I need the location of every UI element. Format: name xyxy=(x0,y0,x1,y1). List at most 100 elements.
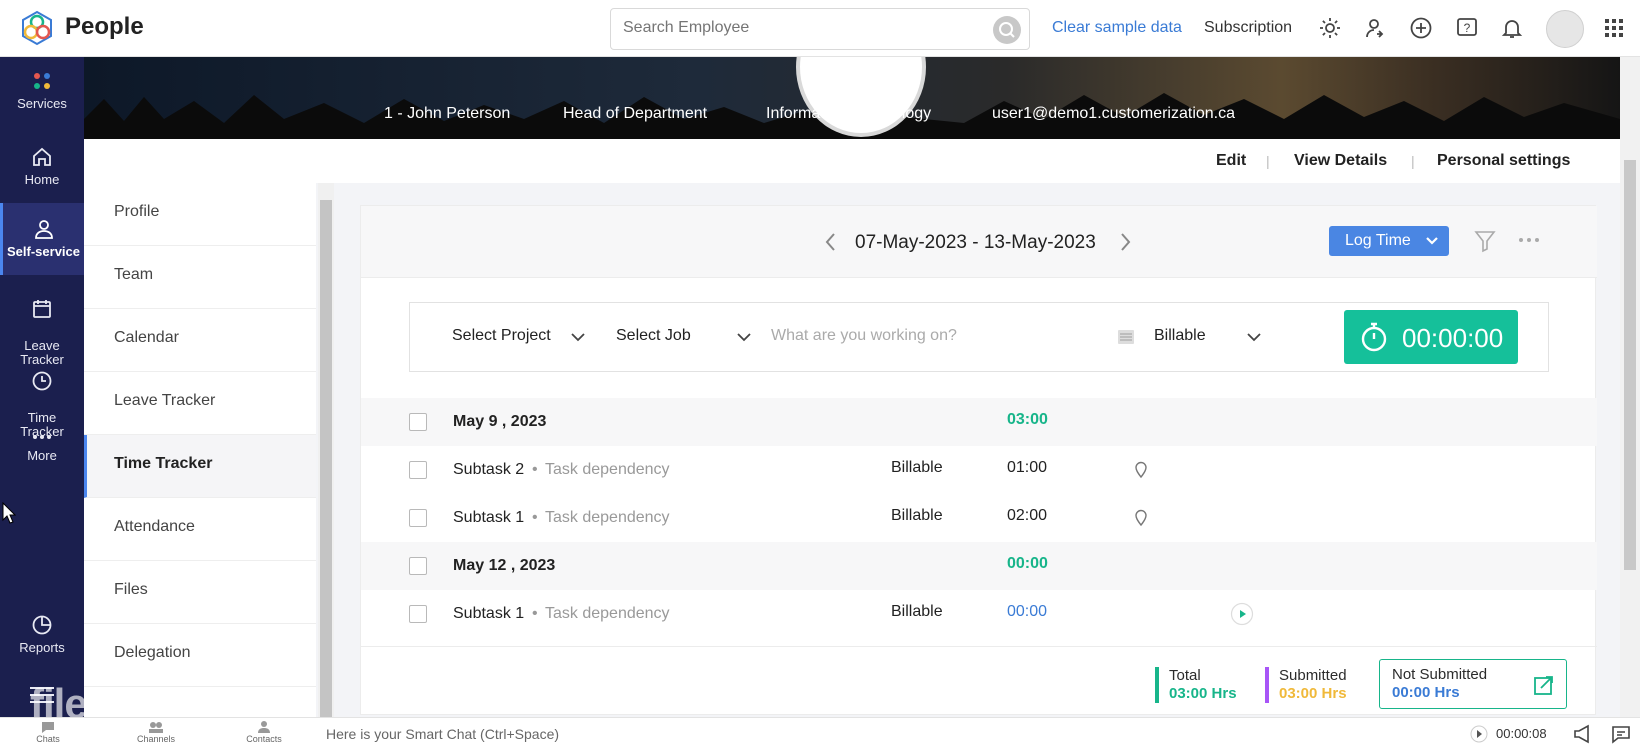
timesheet-header: 07-May-2023 - 13-May-2023 Log Time xyxy=(361,206,1597,278)
chat-window-icon[interactable] xyxy=(1610,724,1632,744)
submenu-item-team[interactable]: Team xyxy=(84,246,316,309)
user-avatar[interactable] xyxy=(1546,10,1584,48)
project-name: Task dependency xyxy=(545,461,670,478)
page-scrollbar-thumb[interactable] xyxy=(1624,160,1636,570)
rail-item-time-tracker[interactable]: Time Tracker xyxy=(0,355,84,439)
subscription-link[interactable]: Subscription xyxy=(1204,19,1292,37)
log-time-button[interactable]: Log Time xyxy=(1329,226,1449,256)
chevron-left-icon[interactable] xyxy=(823,230,839,254)
employee-id-name: 1 - John Peterson xyxy=(384,105,511,122)
bell-icon[interactable] xyxy=(1500,16,1524,40)
calendar-icon xyxy=(33,300,51,318)
billable-dropdown[interactable]: Billable xyxy=(1154,327,1206,345)
work-description-input[interactable]: What are you working on? xyxy=(771,327,957,345)
person-icon xyxy=(34,220,53,239)
chevron-down-icon[interactable] xyxy=(1246,331,1262,343)
home-icon xyxy=(33,147,51,166)
chats-button[interactable]: Chats xyxy=(18,720,78,744)
table-row[interactable]: Subtask 2 • Task dependency Billable 01:… xyxy=(361,446,1597,494)
contacts-button[interactable]: Contacts xyxy=(234,720,294,744)
submit-external-icon[interactable] xyxy=(1532,673,1556,697)
timesheet-card: 07-May-2023 - 13-May-2023 Log Time Selec… xyxy=(360,205,1597,716)
contact-icon xyxy=(258,721,270,733)
channels-label: Channels xyxy=(136,734,176,744)
select-checkbox[interactable] xyxy=(409,605,427,623)
table-row[interactable]: Subtask 1 • Task dependency Billable 02:… xyxy=(361,494,1597,542)
chevron-down-icon xyxy=(1426,237,1438,245)
rail-item-reports[interactable]: Reports xyxy=(0,613,84,673)
people-logo-icon[interactable] xyxy=(18,10,56,46)
select-checkbox[interactable] xyxy=(409,557,427,575)
mouse-cursor-icon xyxy=(2,502,16,524)
rail-label-self-service: Self-service xyxy=(7,244,80,259)
bullet: • xyxy=(532,509,538,526)
stopwatch-icon xyxy=(1361,322,1387,352)
submenu-item-files[interactable]: Files xyxy=(84,561,316,624)
start-timer-button[interactable]: 00:00:00 xyxy=(1344,310,1518,364)
select-checkbox[interactable] xyxy=(409,509,427,527)
rail-label-home: Home xyxy=(24,172,60,187)
task-name: Subtask 1 xyxy=(453,605,525,622)
clear-sample-data-link[interactable]: Clear sample data xyxy=(1052,19,1182,37)
table-row[interactable]: Subtask 1 • Task dependency Billable 00:… xyxy=(361,590,1597,638)
filter-icon[interactable] xyxy=(1473,228,1497,254)
submenu-item-calendar[interactable]: Calendar xyxy=(84,309,316,372)
submenu-item-time-tracker[interactable]: Time Tracker xyxy=(84,435,316,498)
smart-chat-input[interactable]: Here is your Smart Chat (Ctrl+Space) xyxy=(326,726,559,742)
select-project-dropdown[interactable]: Select Project xyxy=(452,327,551,345)
date-range-label: 07-May-2023 - 13-May-2023 xyxy=(855,232,1096,253)
search-box[interactable] xyxy=(610,8,1030,50)
group-date: May 9 , 2023 xyxy=(453,413,547,430)
chevron-right-icon[interactable] xyxy=(1117,230,1133,254)
select-checkbox[interactable] xyxy=(409,461,427,479)
separator: | xyxy=(1266,153,1270,169)
more-dots-icon xyxy=(33,435,51,439)
search-icon xyxy=(999,22,1015,38)
gear-icon[interactable] xyxy=(1318,16,1342,40)
help-icon[interactable]: ? xyxy=(1455,16,1479,40)
submitted-label: Submitted xyxy=(1279,667,1347,684)
select-checkbox[interactable] xyxy=(409,413,427,431)
chevron-down-icon[interactable] xyxy=(736,331,752,343)
submitted-summary: Submitted 03:00 Hrs xyxy=(1265,667,1347,703)
user-switch-icon[interactable] xyxy=(1364,16,1388,40)
location-pin-icon[interactable] xyxy=(1134,509,1148,527)
submenu-item-leave-tracker[interactable]: Leave Tracker xyxy=(84,372,316,435)
submenu-item-delegation[interactable]: Delegation xyxy=(84,624,316,687)
rail-item-leave-tracker[interactable]: Leave Tracker xyxy=(0,283,84,367)
timesheet-summary: Total 03:00 Hrs Submitted 03:00 Hrs Not … xyxy=(361,646,1597,716)
chevron-down-icon[interactable] xyxy=(570,331,586,343)
view-details-link[interactable]: View Details xyxy=(1294,152,1387,170)
not-submitted-summary[interactable]: Not Submitted 00:00 Hrs xyxy=(1379,659,1567,709)
submenu-scrollbar-thumb[interactable] xyxy=(320,200,332,720)
not-submitted-text: Not Submitted 00:00 Hrs xyxy=(1392,666,1487,702)
search-button[interactable] xyxy=(993,16,1021,44)
select-job-dropdown[interactable]: Select Job xyxy=(616,327,691,345)
bullet: • xyxy=(532,605,538,622)
app-grid-icon[interactable] xyxy=(1602,16,1626,40)
play-icon[interactable] xyxy=(1470,725,1488,743)
play-timer-icon[interactable] xyxy=(1230,602,1254,626)
add-circle-icon[interactable] xyxy=(1409,16,1433,40)
submitted-value: 03:00 Hrs xyxy=(1279,685,1347,702)
rail-item-home[interactable]: Home xyxy=(0,139,84,201)
megaphone-icon[interactable] xyxy=(1572,724,1594,744)
search-input[interactable] xyxy=(623,19,963,37)
rail-item-more[interactable]: More xyxy=(0,427,84,487)
channels-button[interactable]: Channels xyxy=(126,720,186,744)
billing-icon xyxy=(1118,330,1134,344)
submenu-item-attendance[interactable]: Attendance xyxy=(84,498,316,561)
self-service-submenu: Profile Team Calendar Leave Tracker Time… xyxy=(84,183,316,717)
edit-link[interactable]: Edit xyxy=(1216,152,1246,170)
rail-item-self-service[interactable]: Self-service xyxy=(0,203,84,275)
rail-item-services[interactable]: Services xyxy=(0,69,84,131)
employee-department: Information Technology xyxy=(766,105,932,122)
rail-label-reports: Reports xyxy=(19,640,65,655)
submenu-item-profile[interactable]: Profile xyxy=(84,183,316,246)
entry-duration: 02:00 xyxy=(1007,507,1048,524)
location-pin-icon[interactable] xyxy=(1134,461,1148,479)
more-options-icon[interactable] xyxy=(1517,232,1541,248)
smart-chat-bar: Chats Channels Contacts Here is your Sma… xyxy=(0,717,1640,750)
task-name: Subtask 2 xyxy=(453,461,525,478)
personal-settings-link[interactable]: Personal settings xyxy=(1437,152,1570,170)
